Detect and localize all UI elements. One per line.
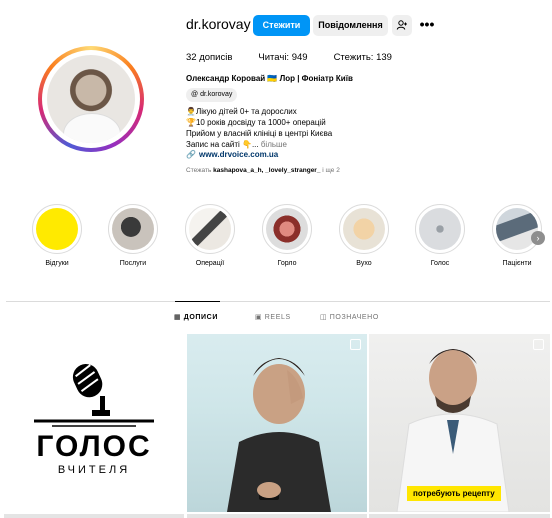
message-button[interactable]: Повідомлення bbox=[313, 15, 388, 36]
highlights-next-button[interactable]: › bbox=[531, 231, 545, 245]
bio-line: Прийом у власній клініці в центрі Києва bbox=[186, 129, 333, 138]
profile-stats: 32 дописів Читачі: 949 Стежить: 139 bbox=[186, 52, 392, 63]
bio-more-link[interactable]: більше bbox=[261, 140, 287, 149]
highlight-voice[interactable]: Голос bbox=[415, 204, 465, 267]
followed-by-suffix: і ще 2 bbox=[322, 167, 340, 174]
tab-label: ДОПИСИ bbox=[183, 314, 218, 321]
tagged-icon: ◫ bbox=[320, 314, 328, 321]
post-subtitle: ВЧИТЕЛЯ bbox=[57, 464, 131, 476]
highlight-label: Голос bbox=[430, 260, 450, 267]
highlight-cover bbox=[415, 204, 465, 254]
link-icon: 🔗 bbox=[186, 150, 196, 159]
tab-reels[interactable]: ▣ REELS bbox=[255, 313, 291, 321]
bio-line: Запис на сайті 👇... bbox=[186, 140, 259, 149]
profile-full-name: Олександр Коровай 🇺🇦 Лор | Фоніатр Київ bbox=[186, 74, 353, 83]
bio-line: 🏆10 років досвіду та 1000+ операцій bbox=[186, 118, 326, 127]
carousel-icon bbox=[533, 339, 544, 350]
add-person-button[interactable] bbox=[392, 15, 412, 36]
threads-icon: @ bbox=[191, 91, 201, 98]
followed-by[interactable]: Стежать kashapova_a_h, _lovely_stranger_… bbox=[186, 167, 340, 174]
highlight-label: Горло bbox=[277, 260, 297, 267]
post-title: ГОЛОС bbox=[36, 430, 152, 463]
highlight-reviews[interactable]: Відгуки bbox=[32, 204, 82, 267]
post-thumbnail[interactable]: ГОЛОС ВЧИТЕЛЯ bbox=[4, 334, 184, 512]
microphone-logo-icon bbox=[34, 364, 154, 427]
tab-tagged[interactable]: ◫ ПОЗНАЧЕНО bbox=[320, 313, 379, 321]
highlight-label: Пацієнти bbox=[502, 260, 532, 267]
highlight-services[interactable]: Послуги bbox=[108, 204, 158, 267]
tab-label: ПОЗНАЧЕНО bbox=[329, 314, 379, 321]
bio-line: 👨‍⚕️Лікую дітей 0+ та дорослих bbox=[186, 107, 297, 116]
profile-link[interactable]: 🔗 www.drvoice.com.ua bbox=[186, 150, 278, 159]
threads-badge[interactable]: @ dr.korovay bbox=[186, 88, 238, 102]
post-thumbnail[interactable] bbox=[187, 334, 367, 512]
followed-by-names: kashapova_a_h, _lovely_stranger_ bbox=[213, 167, 321, 174]
grid-icon: ▦ bbox=[174, 314, 182, 321]
profile-avatar[interactable] bbox=[38, 46, 144, 152]
highlight-cover bbox=[492, 204, 542, 254]
avatar-border bbox=[42, 50, 140, 148]
profile-bio: 👨‍⚕️Лікую дітей 0+ та дорослих 🏆10 років… bbox=[186, 106, 332, 150]
followers-count[interactable]: Читачі: 949 bbox=[258, 52, 307, 63]
tab-label: REELS bbox=[264, 314, 291, 321]
highlight-cover bbox=[32, 204, 82, 254]
highlight-cover bbox=[339, 204, 389, 254]
highlight-label: Вухо bbox=[356, 260, 372, 267]
carousel-icon bbox=[350, 339, 361, 350]
posts-count: 32 дописів bbox=[186, 52, 233, 63]
tabs-divider bbox=[6, 301, 550, 302]
following-count[interactable]: Стежить: 139 bbox=[334, 52, 392, 63]
highlight-throat[interactable]: Горло bbox=[262, 204, 312, 267]
tab-posts[interactable]: ▦ ДОПИСИ bbox=[174, 313, 218, 321]
post-caption-badge: потребують рецепту bbox=[407, 486, 501, 501]
post-thumbnail-partial[interactable] bbox=[187, 514, 367, 518]
post-photo bbox=[227, 358, 331, 512]
profile-link-text: www.drvoice.com.ua bbox=[198, 150, 279, 159]
highlight-label: Відгуки bbox=[45, 260, 69, 267]
highlight-ear[interactable]: Вухо bbox=[339, 204, 389, 267]
highlight-operations[interactable]: Операції bbox=[185, 204, 235, 267]
highlight-cover bbox=[262, 204, 312, 254]
follow-button[interactable]: Стежити bbox=[253, 15, 310, 36]
post-thumbnail-partial[interactable] bbox=[4, 514, 184, 518]
followed-by-prefix: Стежать bbox=[186, 167, 212, 174]
avatar-photo bbox=[47, 55, 135, 143]
reels-icon: ▣ bbox=[255, 314, 263, 321]
more-options-button[interactable]: ••• bbox=[418, 15, 436, 36]
highlight-cover bbox=[108, 204, 158, 254]
profile-username: dr.korovay bbox=[186, 16, 251, 32]
post-thumbnail-partial[interactable] bbox=[369, 514, 550, 518]
active-tab-indicator bbox=[175, 301, 220, 302]
highlight-cover bbox=[185, 204, 235, 254]
post-thumbnail[interactable]: потребують рецепту bbox=[369, 334, 550, 512]
highlight-label: Операції bbox=[195, 260, 225, 267]
highlight-label: Послуги bbox=[119, 260, 147, 267]
add-person-icon bbox=[396, 20, 407, 30]
threads-handle: dr.korovay bbox=[200, 91, 233, 98]
